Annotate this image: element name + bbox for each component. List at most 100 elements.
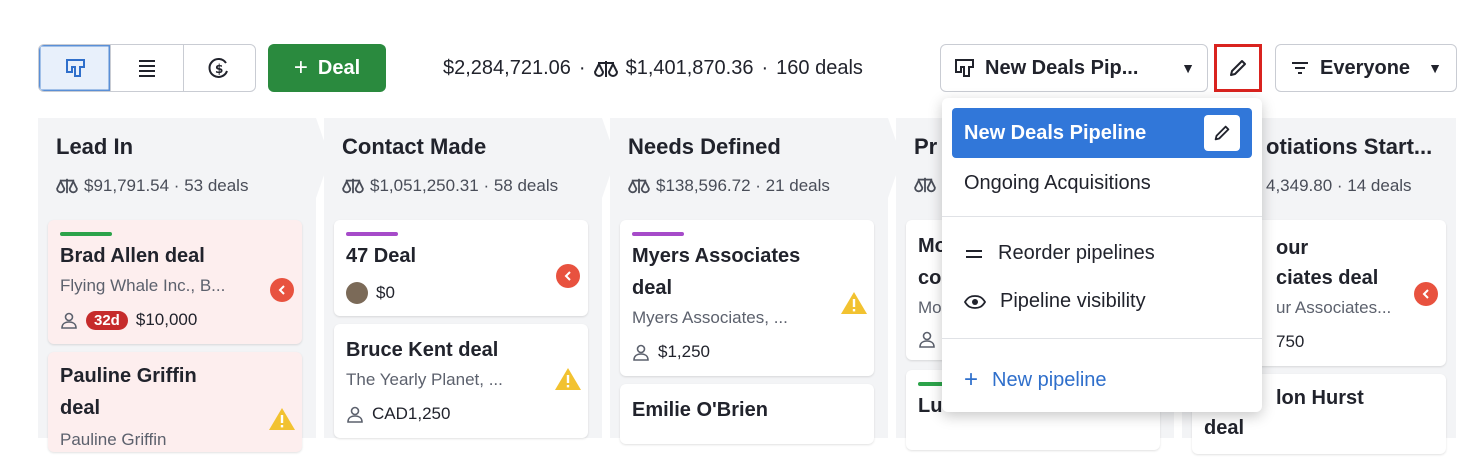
stage-title: Pr xyxy=(914,134,938,159)
plus-icon: + xyxy=(293,54,308,81)
deal-title: lon Hurst xyxy=(1276,387,1364,409)
deal-card[interactable]: Myers Associates deal Myers Associates, … xyxy=(620,220,874,376)
deal-org: Flying Whale Inc., B... xyxy=(60,276,226,295)
dropdown-item-label: Pipeline visibility xyxy=(1000,290,1146,312)
deal-title: Myers Associates xyxy=(632,245,801,267)
deal-title: Pauline Griffin xyxy=(60,365,197,387)
scale-icon xyxy=(914,177,936,193)
deal-title-line2: co xyxy=(918,267,942,289)
divider xyxy=(942,216,1262,217)
warning-icon[interactable] xyxy=(268,406,296,432)
deal-title-line2: ciates deal xyxy=(1276,267,1379,289)
deal-org: The Yearly Planet, ... xyxy=(346,370,503,389)
list-view-button[interactable] xyxy=(111,45,184,91)
deal-count: 160 deals xyxy=(776,57,863,79)
dropdown-item-label: Ongoing Acquisitions xyxy=(964,172,1151,194)
filter-icon xyxy=(1292,62,1308,74)
overdue-activity-icon[interactable] xyxy=(1414,282,1438,306)
deal-title: Emilie O'Brien xyxy=(632,399,768,421)
deal-title: Brad Allen deal xyxy=(60,245,205,267)
edit-pipeline-button[interactable] xyxy=(1214,44,1262,92)
deal-value: $10,000 xyxy=(135,310,198,329)
deal-value-row: CAD1,250 xyxy=(346,404,450,424)
overdue-activity-icon[interactable] xyxy=(270,278,294,302)
deal-org: ur Associates... xyxy=(1276,298,1392,317)
stage-meta-text: $91,791.54 · 53 deals xyxy=(84,176,249,195)
separator-dot: · xyxy=(761,57,769,79)
person-icon xyxy=(61,312,77,329)
deal-org: Pauline Griffin xyxy=(60,430,167,449)
add-deal-button[interactable]: + Deal xyxy=(268,44,386,92)
dropdown-item-label: New Deals Pipeline xyxy=(964,121,1147,144)
deal-value-row: 32d $10,000 xyxy=(60,310,197,330)
deal-card[interactable]: 47 Deal $0 xyxy=(334,220,588,316)
deal-value: $1,250 xyxy=(658,342,710,361)
scale-icon xyxy=(593,60,618,77)
owner-filter[interactable]: Everyone ▼ xyxy=(1275,44,1457,92)
scale-icon xyxy=(342,178,364,194)
scale-icon xyxy=(56,178,78,194)
dropdown-item-label: Reorder pipelines xyxy=(998,242,1155,264)
deal-value: $0 xyxy=(376,283,395,302)
deal-title: our xyxy=(1276,237,1309,259)
svg-text:$: $ xyxy=(215,62,223,76)
new-pipeline-item[interactable]: + New pipeline xyxy=(964,366,1107,394)
pipeline-visibility-item[interactable]: Pipeline visibility xyxy=(964,290,1146,313)
deal-title: Lu xyxy=(918,395,943,417)
stage-meta-text: 4,349.80 · 14 deals xyxy=(1266,176,1412,195)
weighted-value: $1,401,870.36 xyxy=(625,57,754,79)
plus-icon: + xyxy=(964,366,979,393)
deal-org: Myers Associates, ... xyxy=(632,308,788,327)
separator-dot: · xyxy=(578,57,586,79)
deal-card[interactable]: Pauline Griffin deal Pauline Griffin xyxy=(48,352,302,452)
label-stripe xyxy=(632,232,684,236)
label-stripe xyxy=(60,232,112,236)
divider xyxy=(942,338,1262,339)
deal-value-row xyxy=(918,330,936,348)
stage-title: otiations Start... xyxy=(1266,134,1433,159)
reorder-icon xyxy=(966,249,982,258)
person-icon xyxy=(633,344,649,361)
stage-column: Contact Made $1,051,250.31 · 58 deals 47… xyxy=(324,118,602,438)
warning-icon[interactable] xyxy=(554,366,582,392)
stage-column: Needs Defined $138,596.72 · 21 deals Mye… xyxy=(610,118,888,444)
stage-title: Lead In xyxy=(56,134,134,159)
stage-meta: $138,596.72 · 21 deals xyxy=(628,176,830,196)
deal-title-line2: deal xyxy=(632,277,673,299)
stage-meta: $1,051,250.31 · 58 deals xyxy=(342,176,558,196)
deal-value-row: $1,250 xyxy=(632,342,710,362)
dropdown-item-selected[interactable]: New Deals Pipeline xyxy=(952,108,1252,158)
forecast-icon: $ xyxy=(208,58,229,78)
stage-title: Needs Defined xyxy=(628,134,781,159)
deal-card[interactable]: Brad Allen deal Flying Whale Inc., B... … xyxy=(48,220,302,344)
warning-icon[interactable] xyxy=(840,290,868,316)
deal-value-row: $0 xyxy=(346,282,395,304)
view-switcher: $ xyxy=(38,44,256,92)
person-icon xyxy=(919,331,935,348)
overdue-activity-icon[interactable] xyxy=(556,264,580,288)
person-icon xyxy=(347,406,363,423)
pipeline-summary: $2,284,721.06 · $1,401,870.36 · 160 deal… xyxy=(443,57,863,80)
stage-meta-text: $1,051,250.31 · 58 deals xyxy=(370,176,559,195)
deal-org: Mo xyxy=(918,298,942,317)
edit-pipeline-inline-button[interactable] xyxy=(1204,115,1240,151)
stage-meta-text: $138,596.72 · 21 deals xyxy=(656,176,830,195)
deal-card[interactable]: Emilie O'Brien xyxy=(620,384,874,444)
reorder-pipelines-item[interactable]: Reorder pipelines xyxy=(964,242,1155,265)
pipeline-selector[interactable]: New Deals Pip... ▼ xyxy=(940,44,1208,92)
pipeline-dropdown-menu: New Deals Pipeline Ongoing Acquisitions … xyxy=(942,98,1262,412)
total-value: $2,284,721.06 xyxy=(443,57,571,79)
pipeline-view-button[interactable] xyxy=(39,45,112,91)
stage-meta: $91,791.54 · 53 deals xyxy=(56,176,248,196)
deal-title-line2: deal xyxy=(1204,417,1245,439)
owner-filter-label: Everyone xyxy=(1320,56,1411,79)
deal-card[interactable]: Bruce Kent deal The Yearly Planet, ... C… xyxy=(334,324,588,438)
list-icon xyxy=(138,60,155,77)
stage-meta: 4,349.80 · 14 deals xyxy=(1266,176,1412,196)
pencil-icon xyxy=(1214,125,1230,141)
stage-meta xyxy=(914,176,936,194)
dropdown-item[interactable]: Ongoing Acquisitions xyxy=(964,172,1151,195)
deal-title-line2: deal xyxy=(60,397,101,419)
forecast-view-button[interactable]: $ xyxy=(184,45,255,91)
deal-title: 47 Deal xyxy=(346,245,417,267)
